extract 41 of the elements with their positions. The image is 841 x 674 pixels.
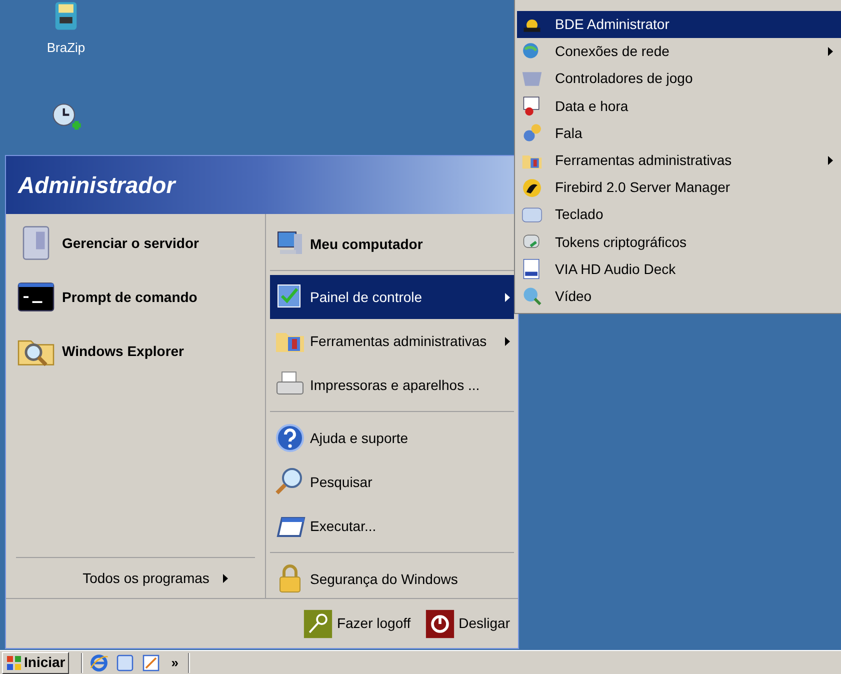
submenu-item[interactable]: Tokens criptográficos [517, 228, 841, 256]
footer-button[interactable]: Fazer logoff [302, 608, 411, 638]
submenu-item[interactable]: Firebird 2.0 Server Manager [517, 174, 841, 202]
submenu-arrow-icon [828, 156, 833, 166]
key-icon [302, 608, 333, 638]
submenu-arrow-icon [223, 574, 228, 582]
pinned-program[interactable]: Gerenciar o servidor [14, 222, 257, 264]
start-menu-item[interactable]: Meu computador [270, 222, 514, 266]
user-name: Administrador [18, 170, 176, 200]
pinned-program[interactable]: Prompt de comando [14, 276, 257, 318]
desktop-icon-label[interactable]: BraZip [46, 38, 86, 58]
submenu-arrow-icon [505, 336, 510, 346]
windows-flag-icon [6, 654, 22, 670]
submenu-item[interactable]: Controladores de jogo [517, 65, 841, 93]
submenu-item[interactable]: VIA HD Audio Deck [517, 256, 841, 283]
start-menu-item[interactable]: Segurança do Windows [270, 557, 514, 601]
start-menu-item[interactable]: Ajuda e suporte [270, 416, 514, 460]
monitor-magnifier-icon [521, 285, 543, 308]
start-menu-item[interactable]: Ferramentas administrativas [270, 319, 514, 363]
start-menu-item[interactable]: Painel de controle [270, 275, 514, 319]
all-programs-button[interactable]: Todos os programas [82, 558, 228, 598]
start-menu-item[interactable]: Executar... [270, 504, 514, 548]
browser-icon[interactable] [89, 652, 110, 672]
paint-icon[interactable] [141, 652, 162, 672]
overflow-button[interactable]: » [167, 652, 182, 672]
footer-button[interactable]: Desligar [424, 608, 510, 638]
start-menu-item[interactable]: Pesquisar [270, 460, 514, 504]
submenu-item[interactable]: BDE Administrator [517, 11, 841, 38]
start-menu-item[interactable]: Impressoras e aparelhos ... [270, 363, 514, 407]
submenu-item[interactable]: Data e hora [517, 92, 841, 120]
submenu-arrow-icon [505, 292, 510, 302]
submenu-item[interactable]: Fala [517, 120, 841, 147]
power-icon [424, 608, 455, 638]
submenu-item[interactable]: Conexões de rede [517, 38, 841, 66]
start-button[interactable]: Iniciar [2, 652, 70, 674]
pinned-program[interactable]: Windows Explorer [14, 330, 257, 372]
submenu-item[interactable]: Teclado [517, 201, 841, 228]
help-icon [274, 422, 306, 454]
submenu-arrow-icon [828, 47, 833, 56]
submenu-item[interactable]: Vídeo [517, 282, 841, 310]
submenu-item[interactable]: Ferramentas administrativas [517, 146, 841, 174]
